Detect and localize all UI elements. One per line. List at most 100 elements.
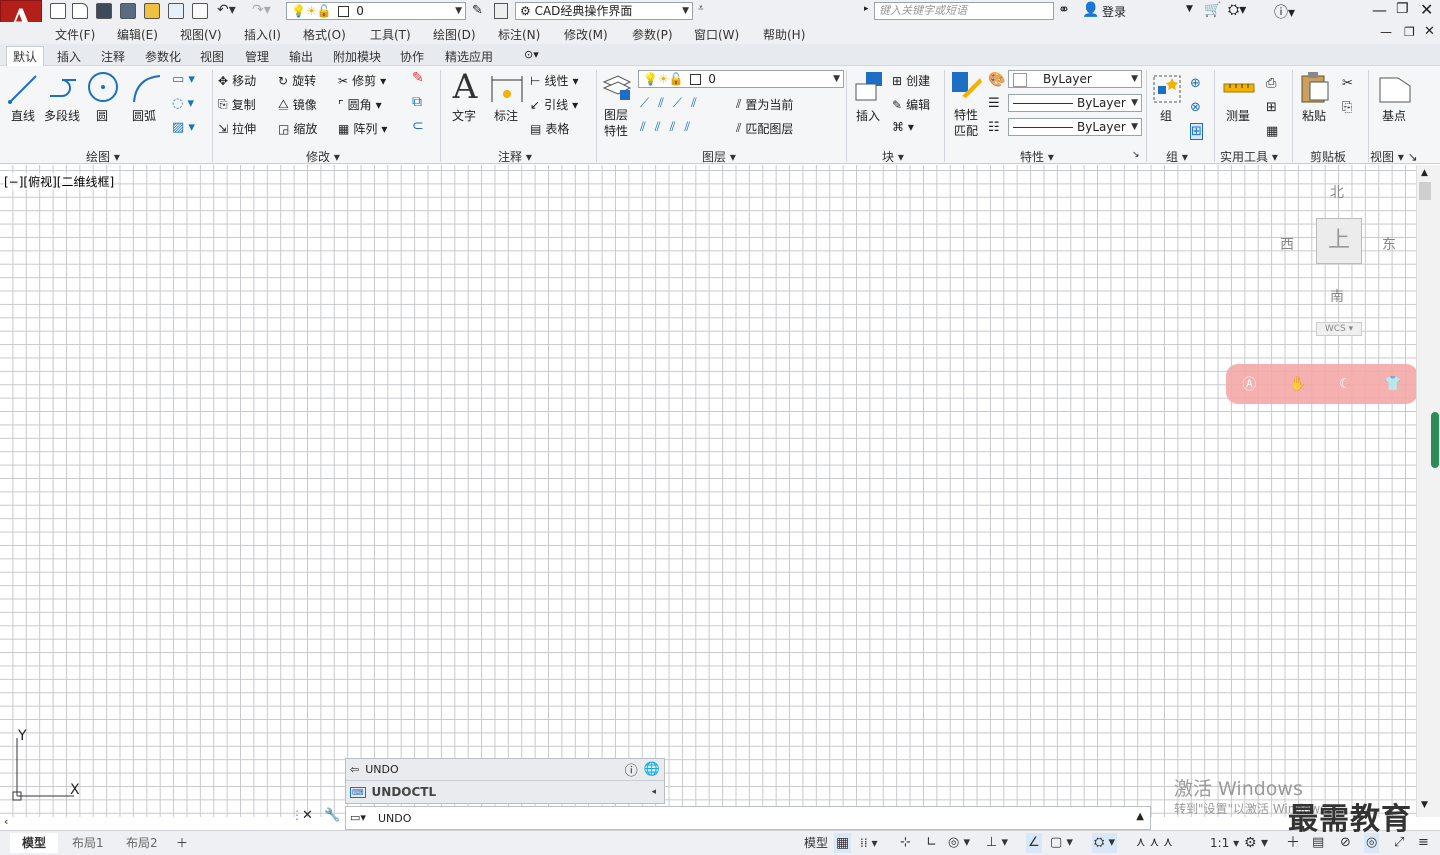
set-current-button[interactable]: ⫽ 置为当前 [736,96,793,113]
save-as-icon[interactable] [120,3,136,19]
navigation-bar[interactable]: Ⓐ ✋ ☾ 👕 [1226,364,1418,404]
doc-minimize-icon[interactable]: — [1380,25,1392,39]
menu-item[interactable]: 标注(N) [498,26,540,43]
menu-item[interactable]: 窗口(W) [694,26,739,43]
properties-panel-title[interactable]: 特性 ▾ [1020,148,1054,165]
ribbon-tab[interactable]: 参数化 [145,48,181,65]
history-row[interactable]: ⌨ UNDOCTL ◂ [346,781,664,803]
color-dropdown[interactable]: ByLayer ▼ [1008,70,1142,88]
menu-item[interactable]: 绘图(D) [433,26,476,43]
scale-button[interactable]: ◲ 缩放 [278,120,317,137]
a360-icon[interactable]: ⛭▾ [1228,2,1246,18]
open-web-icon[interactable] [144,3,160,19]
model-space-button[interactable]: 模型 [804,833,828,853]
ribbon-options-icon[interactable]: ⊙▾ [524,48,539,61]
settings-gear-icon[interactable]: ⚙ ▾ [1244,833,1268,853]
arc-button[interactable]: 圆弧 [130,72,164,123]
isodraft-icon[interactable]: ⊥ ▾ [986,833,1008,853]
workspace-switch-icon[interactable]: ⛭ ▾ [1092,833,1118,853]
snap-icon[interactable]: ⁞⁞ ▾ [860,833,877,853]
offset-icon[interactable]: ⊂ [412,118,424,134]
paste-button[interactable]: 粘贴 [1298,70,1332,123]
hscroll-left-icon[interactable]: ‹ [4,815,8,828]
steering-wheel-icon[interactable]: Ⓐ [1242,374,1256,394]
save-icon[interactable] [96,3,112,19]
osnap-icon[interactable]: ▢ ▾ [1050,833,1073,853]
viewcube-north[interactable]: 北 [1330,182,1344,202]
viewcube-top-face[interactable]: 上 [1316,218,1362,264]
match-properties-button[interactable]: 特性 匹配 [950,70,984,138]
chevron-left-icon[interactable]: ◂ [651,787,656,797]
login-link[interactable]: 登录 [1102,3,1126,20]
help-icon[interactable]: ⓘ [625,760,638,779]
dimension-button[interactable]: 标注 [490,72,524,123]
base-view-button[interactable]: 基点 [1378,72,1412,123]
layer-properties-button[interactable]: 图层 特性 [600,70,634,138]
command-line[interactable]: ▭▾ UNDO ▲ [345,806,1151,830]
ribbon-tab[interactable]: 协作 [400,48,424,65]
match-layer-icon[interactable]: ✎ [472,3,483,18]
leader-button[interactable]: ↙ 引线 ▾ [530,96,578,113]
workspace-dropdown[interactable]: ⚙ CAD经典操作界面 ▼ [515,2,693,20]
layers-panel-title[interactable]: 图层 ▾ [702,148,736,165]
annotation-panel-title[interactable]: 注释 ▾ [498,148,532,165]
lineweight-dropdown[interactable]: ByLayer ▼ [1008,118,1142,136]
ribbon-tab[interactable]: 输出 [289,48,313,65]
copy-button[interactable]: ⎘ 复制 [218,96,256,113]
doc-close-icon[interactable]: ✕ [1424,24,1435,39]
match-layer-button[interactable]: ⫽ 匹配图层 [736,120,793,137]
undo-icon[interactable]: ↶▾ [217,2,236,18]
menu-item[interactable]: 文件(F) [55,26,95,43]
ribbon-tab[interactable]: 插入 [57,48,81,65]
redo-icon[interactable]: ↷▾ [252,2,271,18]
add-layout-button[interactable]: ＋ [176,833,188,853]
customize-qat-icon[interactable]: ⩡ [698,3,704,14]
viewport-controls[interactable]: [−][俯视][二维线框] [4,173,115,190]
menu-item[interactable]: 修改(M) [564,26,608,43]
object-snap-tracking-icon[interactable]: ∠ [1026,833,1042,853]
menu-item[interactable]: 编辑(E) [117,26,158,43]
hatch-icon[interactable]: ◌ ▾ [172,96,194,111]
doc-restore-icon[interactable]: ❐ [1404,25,1415,39]
command-prompt-icon[interactable]: ▭▾ [350,811,366,824]
utilities-panel-title[interactable]: 实用工具 ▾ [1220,148,1278,165]
layer-dropdown-quick[interactable]: 💡☀🔓 0 ▼ [286,2,466,20]
modify-panel-title[interactable]: 修改 ▾ [306,148,340,165]
close-icon[interactable]: ✕ [1420,0,1433,19]
ribbon-tab[interactable]: 精选应用 [445,48,493,65]
boundary-icon[interactable]: ▨ ▾ [172,120,195,135]
cart-icon[interactable]: 🛒 [1204,2,1221,18]
layout-tab[interactable]: 布局2 [114,833,170,853]
linetype-dropdown[interactable]: ByLayer ▼ [1008,94,1142,112]
rectangle-icon[interactable]: ▭ ▾ [172,72,195,87]
orbit-icon[interactable]: 👕 [1384,376,1401,392]
layer-tools-row-2[interactable]: ⫽⫽⫽⫽ [640,120,699,135]
menu-item[interactable]: 视图(V) [180,26,222,43]
stretch-button[interactable]: ⇲ 拉伸 [218,120,256,137]
grid-icon[interactable]: ▦ [834,833,852,853]
menu-item[interactable]: 格式(O) [303,26,346,43]
ribbon-tab[interactable]: 附加模块 [333,48,381,65]
pan-icon[interactable]: ✋ [1289,376,1306,392]
table-button[interactable]: ▤ 表格 [530,120,569,137]
history-row[interactable]: ⇦ UNDO ⓘ 🌐 [346,759,664,781]
annotation-visibility-icon[interactable]: ⋏ ⋏ ⋏ [1136,833,1173,853]
array-button[interactable]: ▦ 阵列 ▾ [338,120,387,137]
move-button[interactable]: ✥ 移动 [218,72,256,89]
utility-tools[interactable]: ⎙ ⊞ ▦ [1266,72,1278,144]
save-web-icon[interactable] [168,3,184,19]
group-tools[interactable]: ⊕ ⊗ ⊞ [1190,72,1203,144]
dialog-launcher-icon[interactable]: ↘ [1132,150,1140,160]
globe-icon[interactable]: 🌐 [644,762,660,777]
minimize-icon[interactable]: — [1372,1,1387,19]
groups-panel-title[interactable]: 组 ▾ [1166,148,1188,165]
customize-icon[interactable]: 🔧 [324,808,340,823]
group-button[interactable]: 组 [1150,72,1184,123]
menu-icon[interactable]: ≡ [1418,833,1429,853]
plot-icon[interactable] [192,3,208,19]
view-panel-title[interactable]: 视图 ▾ ↘ [1370,148,1418,165]
command-input[interactable]: UNDO [378,812,411,825]
measure-button[interactable]: 测量 [1222,72,1256,123]
chevron-down-icon[interactable]: ▼ [1186,4,1193,14]
annotation-scale[interactable]: 1:1 ▾ [1210,833,1239,853]
